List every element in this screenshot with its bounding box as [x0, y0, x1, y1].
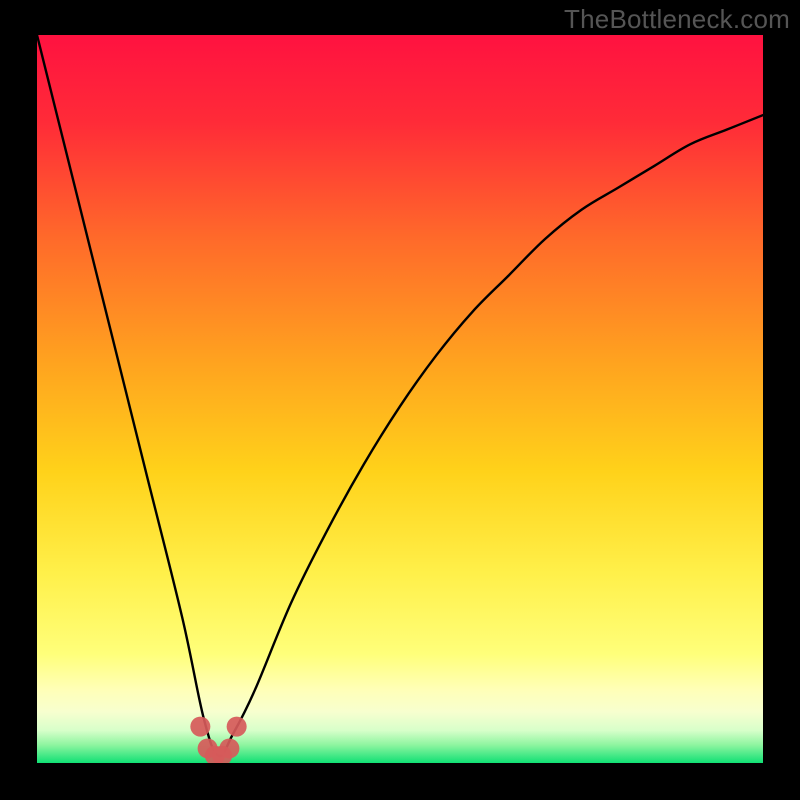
chart-frame: TheBottleneck.com: [0, 0, 800, 800]
marker-dot: [219, 738, 239, 758]
plot-svg: [37, 35, 763, 763]
plot-area: [37, 35, 763, 763]
marker-dot: [190, 717, 210, 737]
watermark-text: TheBottleneck.com: [564, 4, 790, 35]
gradient-background: [37, 35, 763, 763]
marker-dot: [227, 717, 247, 737]
